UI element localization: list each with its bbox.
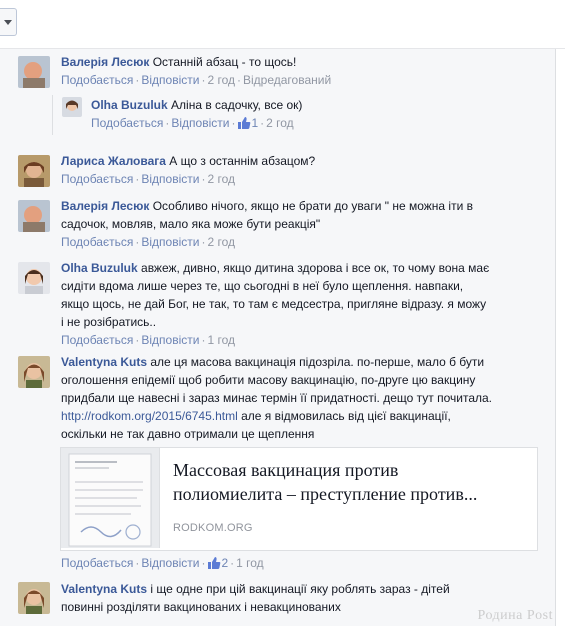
like-button[interactable]: Подобається xyxy=(61,556,133,570)
preview-title[interactable]: Массовая вакцинация против полиомиелита –… xyxy=(173,458,523,506)
comment-text: авжеж, дивно, якщо дитина здорова і все … xyxy=(141,261,490,275)
comment-text: і не розібратись.. xyxy=(61,315,157,329)
timestamp[interactable]: 1 год xyxy=(207,333,235,347)
timestamp[interactable]: 2 год xyxy=(207,172,235,186)
like-button[interactable]: Подобається xyxy=(61,235,133,249)
avatar[interactable] xyxy=(18,155,50,187)
comment-text: але я відмовилась від цієї вакцинації, xyxy=(237,409,451,423)
comment-text: садочок, мовляв, мало яка може бути реак… xyxy=(61,217,321,231)
comment-text: якщо щось, не дай Бог, не так, то там є … xyxy=(61,297,487,311)
timestamp[interactable]: 1 год xyxy=(236,556,264,570)
comment-text: і ще одне при цій вакцинації яку роблять… xyxy=(150,582,450,596)
comment: Валерія Лесюк Особливо нічого, якщо не б… xyxy=(61,199,474,249)
reply-button[interactable]: Відповісти xyxy=(171,116,229,130)
like-button[interactable]: Подобається xyxy=(91,116,163,130)
like-button[interactable]: Подобається xyxy=(61,73,133,87)
like-button[interactable]: Подобається xyxy=(61,333,133,347)
comment-author[interactable]: Валерія Лесюк xyxy=(61,55,149,69)
reply-button[interactable]: Відповісти xyxy=(141,333,199,347)
avatar[interactable] xyxy=(62,97,82,117)
comment-text: повинні розділяти вакцинованих і невакци… xyxy=(61,600,341,614)
comment: Лариса Жаловага А що з останнім абзацом?… xyxy=(61,154,316,186)
comment-text: оголошення епідемії щоб робити масову ва… xyxy=(61,373,476,387)
comment-text: Останній абзац - то щось! xyxy=(152,55,297,69)
reply-button[interactable]: Відповісти xyxy=(141,73,199,87)
timestamp[interactable]: 2 год xyxy=(207,235,235,249)
like-button[interactable]: Подобається xyxy=(61,172,133,186)
comment-author[interactable]: Валерія Лесюк xyxy=(61,199,149,213)
avatar[interactable] xyxy=(18,582,50,614)
comment-actions: Подобається · Відповісти · 2 · 1 год xyxy=(61,556,264,570)
comment: Valentyna Kuts і ще одне при цій вакцина… xyxy=(61,580,546,616)
comment-text: але ця масова вакцинація підозріла. по-п… xyxy=(150,355,485,369)
preview-thumbnail[interactable] xyxy=(61,448,160,548)
comments-panel: Валерія Лесюк Останній абзац - то щось! … xyxy=(0,49,556,626)
avatar[interactable] xyxy=(18,262,50,294)
edited-label[interactable]: Відредагований xyxy=(243,73,331,87)
comment-link[interactable]: http://rodkom.org/2015/6745.html xyxy=(61,409,238,423)
link-preview-card[interactable]: Массовая вакцинация против полиомиелита –… xyxy=(60,447,538,551)
timestamp[interactable]: 2 год xyxy=(266,116,294,130)
chevron-down-icon[interactable] xyxy=(0,8,17,36)
comment-reply: Olha Buzuluk Аліна в садочку, все ок) По… xyxy=(91,98,303,130)
timestamp[interactable]: 2 год xyxy=(207,73,235,87)
comment-text: сидіти вдома лише через те, що сьогодні … xyxy=(61,279,464,293)
top-bar xyxy=(0,0,565,49)
comment-text: Аліна в садочку, все ок) xyxy=(171,98,303,112)
thumbs-up-icon[interactable] xyxy=(207,556,221,570)
comment-text: придбали ще навесні і зараз минає термін… xyxy=(61,391,493,405)
reply-button[interactable]: Відповісти xyxy=(141,172,199,186)
reply-button[interactable]: Відповісти xyxy=(141,235,199,249)
preview-domain: RODKOM.ORG xyxy=(173,522,253,534)
comment: Валерія Лесюк Останній абзац - то щось! … xyxy=(61,55,332,87)
comment: Valentyna Kuts але ця масова вакцинація … xyxy=(61,353,546,443)
comment-author[interactable]: Olha Buzuluk xyxy=(91,98,168,112)
comment-author[interactable]: Valentyna Kuts xyxy=(61,355,147,369)
comment-author[interactable]: Valentyna Kuts xyxy=(61,582,147,596)
avatar[interactable] xyxy=(18,356,50,388)
comment: Olha Buzuluk авжеж, дивно, якщо дитина з… xyxy=(61,261,490,347)
avatar[interactable] xyxy=(18,200,50,232)
thumbs-up-icon[interactable] xyxy=(237,116,251,130)
watermark: Родина Post xyxy=(477,608,553,623)
avatar[interactable] xyxy=(18,56,50,88)
comment-text: оскільки не так давно отримали це щеплен… xyxy=(61,427,315,441)
comment-author[interactable]: Лариса Жаловага xyxy=(61,154,166,168)
comment-text: А що з останнім абзацом? xyxy=(169,154,316,168)
reply-button[interactable]: Відповісти xyxy=(141,556,199,570)
comment-author[interactable]: Olha Buzuluk xyxy=(61,261,138,275)
comment-text: Особливо нічого, якщо не брати до уваги … xyxy=(152,199,474,213)
